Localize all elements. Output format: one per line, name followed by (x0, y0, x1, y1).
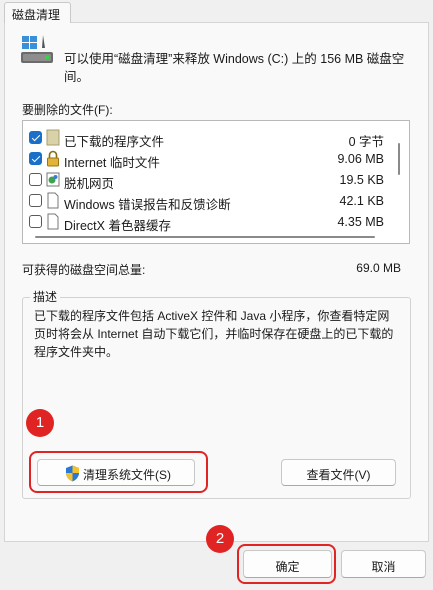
document-icon (47, 192, 59, 209)
file-name: 已下载的程序文件 (64, 135, 165, 149)
checkbox[interactable] (29, 173, 42, 186)
highlight-ok-button (237, 544, 336, 584)
file-size: 4.35 MB (337, 215, 384, 229)
list-item[interactable]: 已下载的程序文件 0 字节 (23, 128, 398, 149)
files-to-delete-label: 要删除的文件(F): (22, 103, 113, 117)
list-item[interactable]: DirectX 着色器缓存 4.35 MB (23, 212, 398, 233)
checkbox[interactable] (29, 152, 42, 165)
file-size: 0 字节 (348, 135, 384, 149)
horizontal-scrollbar[interactable] (35, 236, 375, 238)
file-size: 42.1 KB (339, 194, 384, 208)
file-name: DirectX 着色器缓存 (64, 219, 171, 233)
checkbox[interactable] (29, 194, 42, 207)
file-size: 9.06 MB (337, 152, 384, 166)
description-title: 描述 (30, 288, 61, 305)
checkbox[interactable] (29, 215, 42, 228)
file-size: 19.5 KB (339, 173, 384, 187)
file-name: 脱机网页 (64, 177, 115, 191)
intro-text: 可以使用“磁盘清理”来释放 Windows (C:) 上的 156 MB 磁盘空… (64, 52, 405, 84)
folder-icon (46, 129, 60, 146)
description-text: 已下载的程序文件包括 ActiveX 控件和 Java 小程序，你查看特定网页时… (34, 309, 394, 359)
cancel-button[interactable]: 取消 (341, 550, 426, 578)
list-item[interactable]: Internet 临时文件 9.06 MB (23, 149, 398, 170)
total-space-value: 69.0 MB (356, 261, 401, 275)
vertical-scrollbar[interactable] (398, 143, 400, 175)
files-listbox[interactable]: 已下载的程序文件 0 字节 Internet 临时文件 9.06 MB 脱机网页… (22, 120, 410, 244)
offline-page-icon (46, 172, 60, 187)
highlight-clean-button (29, 451, 208, 493)
step-badge-1: 1 (26, 409, 54, 437)
step-badge-2: 2 (206, 525, 234, 553)
checkbox[interactable] (29, 131, 42, 144)
list-item[interactable]: 脱机网页 19.5 KB (23, 170, 398, 191)
file-name: Windows 错误报告和反馈诊断 (64, 198, 231, 212)
file-name: Internet 临时文件 (64, 156, 160, 170)
list-item[interactable]: Windows 错误报告和反馈诊断 42.1 KB (23, 191, 398, 212)
lock-icon (47, 150, 59, 167)
disk-cleanup-icon (21, 35, 53, 63)
document-icon (47, 213, 59, 230)
tab-disk-cleanup[interactable]: 磁盘清理 (4, 2, 71, 23)
total-space-label: 可获得的磁盘空间总量: (22, 263, 146, 277)
view-files-button[interactable]: 查看文件(V) (281, 459, 396, 486)
